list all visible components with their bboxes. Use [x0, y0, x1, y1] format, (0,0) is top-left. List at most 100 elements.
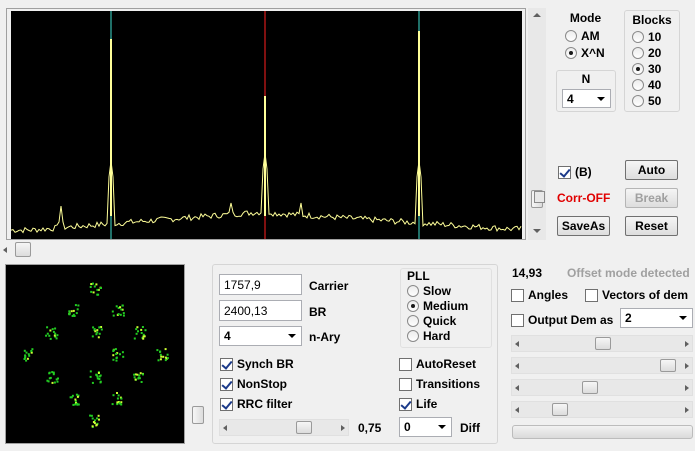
mode-option-am[interactable]: AM: [565, 29, 600, 43]
param-slider-4[interactable]: [511, 401, 693, 418]
scroll-left-icon[interactable]: [515, 384, 519, 391]
param-slider-3[interactable]: [511, 379, 693, 396]
nonstop-checkbox[interactable]: NonStop: [220, 377, 287, 391]
scroll-left-icon[interactable]: [223, 424, 227, 431]
constellation-point: [96, 417, 98, 420]
transitions-checkbox[interactable]: Transitions: [399, 377, 480, 391]
constellation-point: [45, 334, 48, 337]
pll-option-hard[interactable]: Hard: [407, 329, 450, 343]
blocks-option-20[interactable]: 20: [632, 46, 661, 60]
mode-group: Mode AM X^N: [557, 11, 614, 62]
constellation-point: [119, 353, 121, 356]
auto-button[interactable]: Auto: [625, 160, 678, 180]
scroll-up-icon[interactable]: [533, 13, 541, 17]
scroll-down-icon[interactable]: [533, 229, 541, 233]
pll-option-medium[interactable]: Medium: [407, 299, 468, 313]
constellation-point: [141, 326, 144, 328]
scroll-right-icon[interactable]: [685, 406, 689, 413]
output-dem-checkbox[interactable]: Output Dem as: [511, 313, 613, 327]
spectrum-display[interactable]: [11, 11, 522, 239]
slider-thumb[interactable]: [660, 359, 676, 372]
constellation-point: [115, 356, 118, 359]
spectrum-hscroll[interactable]: [0, 241, 695, 258]
constellation-point: [47, 380, 50, 383]
constellation-point: [138, 374, 141, 377]
constellation-point: [56, 380, 59, 383]
constellation-point: [159, 358, 162, 361]
constellation-point: [166, 357, 169, 360]
saveas-button[interactable]: SaveAs: [557, 216, 610, 236]
synch-br-checkbox[interactable]: Synch BR: [220, 357, 294, 371]
break-button[interactable]: Break: [625, 188, 678, 208]
checkbox-checked-icon: [558, 165, 571, 179]
slider-thumb[interactable]: [296, 421, 312, 434]
constellation-point: [98, 418, 100, 421]
slider-thumb[interactable]: [552, 403, 568, 416]
pll-group: PLL Slow Medium Quick Hard: [400, 268, 492, 348]
angles-checkbox[interactable]: Angles: [511, 288, 568, 302]
constellation-display: [23, 282, 169, 428]
slider-thumb[interactable]: [582, 381, 598, 394]
constellation-point: [100, 287, 102, 289]
progress-bar: [512, 425, 693, 439]
scroll-right-icon[interactable]: [685, 362, 689, 369]
scroll-left-icon[interactable]: [3, 246, 7, 253]
constellation-point: [137, 377, 140, 380]
constellation-point: [26, 357, 29, 360]
output-dem-select[interactable]: 2: [620, 308, 693, 328]
scroll-thumb[interactable]: [15, 242, 31, 257]
autoreset-checkbox[interactable]: AutoReset: [399, 357, 476, 371]
reset-button[interactable]: Reset: [625, 216, 678, 236]
rrc-filter-checkbox[interactable]: RRC filter: [220, 397, 292, 411]
param-slider-2[interactable]: [511, 357, 693, 374]
pll-option-slow[interactable]: Slow: [407, 284, 451, 298]
blocks-option-30[interactable]: 30: [632, 62, 661, 76]
n-select[interactable]: 4: [562, 89, 611, 108]
constellation-point: [96, 331, 99, 334]
constellation-point: [162, 355, 165, 358]
constellation-point: [74, 398, 77, 401]
param-slider-1[interactable]: [511, 335, 693, 352]
constellation-point: [72, 403, 75, 406]
pll-title: PLL: [407, 269, 430, 283]
constellation-point: [95, 333, 98, 336]
scroll-left-icon[interactable]: [515, 406, 519, 413]
constellation-point: [140, 332, 143, 334]
slider-thumb[interactable]: [595, 337, 611, 350]
scroll-right-icon[interactable]: [685, 340, 689, 347]
constellation-point: [140, 328, 143, 331]
spectrum-vscroll[interactable]: [528, 8, 546, 240]
life-checkbox[interactable]: Life: [399, 397, 437, 411]
pll-option-quick[interactable]: Quick: [407, 314, 456, 328]
corr-toggle[interactable]: [534, 191, 545, 203]
scroll-right-icon[interactable]: [341, 424, 345, 431]
constellation-vscroll[interactable]: [190, 264, 206, 444]
scroll-right-icon[interactable]: [685, 384, 689, 391]
nary-select[interactable]: 4: [219, 326, 302, 346]
n-title: N: [581, 72, 591, 86]
constellation-point: [91, 425, 94, 428]
spectrum-background: [11, 11, 522, 239]
constellation-point: [94, 330, 97, 333]
vectors-checkbox[interactable]: Vectors of dem: [585, 288, 688, 302]
constellation-point: [46, 326, 49, 329]
blocks-option-50[interactable]: 50: [632, 94, 661, 108]
constellation-point: [122, 314, 125, 317]
constellation-point: [75, 393, 78, 396]
diff-select[interactable]: 0: [399, 417, 452, 437]
constellation-point: [89, 375, 92, 378]
blocks-option-10[interactable]: 10: [632, 30, 661, 44]
carrier-input[interactable]: 1757,9: [219, 274, 302, 295]
constellation-point: [97, 414, 100, 417]
blocks-option-40[interactable]: 40: [632, 78, 661, 92]
mode-option-xn[interactable]: X^N: [565, 46, 605, 60]
constellation-point: [142, 373, 144, 376]
rolloff-slider[interactable]: [219, 419, 349, 436]
b-checkbox[interactable]: (B): [558, 165, 592, 179]
br-input[interactable]: 2400,13: [219, 300, 302, 321]
scroll-left-icon[interactable]: [515, 340, 519, 347]
constellation-point: [112, 349, 115, 352]
constellation-point: [112, 354, 115, 357]
scroll-thumb[interactable]: [192, 406, 204, 424]
scroll-left-icon[interactable]: [515, 362, 519, 369]
